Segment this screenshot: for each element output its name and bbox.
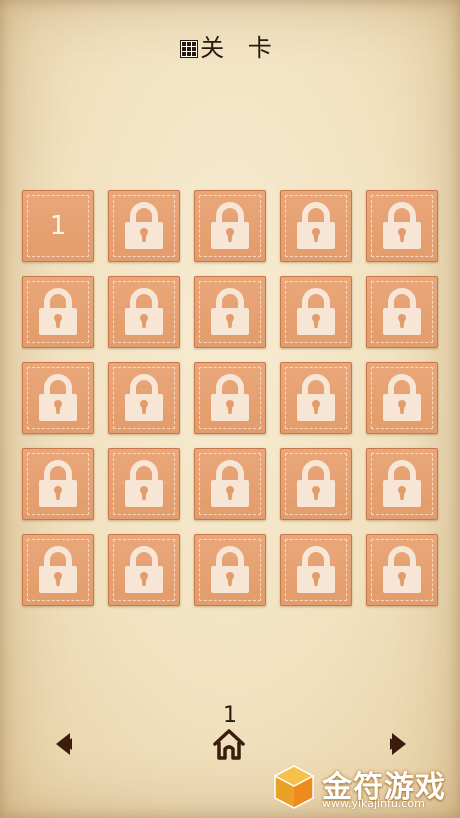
lock-icon <box>211 546 249 593</box>
watermark: 金符游戏 www.yikajinfu.com <box>272 760 452 814</box>
level-grid: 1 <box>22 190 438 606</box>
page-number: 1 <box>223 703 237 728</box>
page-title: 关 卡 <box>0 28 460 63</box>
level-tile-locked[interactable] <box>366 448 438 520</box>
lock-icon <box>383 460 421 507</box>
level-tile-locked[interactable] <box>194 190 266 262</box>
lock-icon <box>297 460 335 507</box>
level-tile-locked[interactable] <box>280 276 352 348</box>
level-tile-locked[interactable] <box>22 276 94 348</box>
level-tile-locked[interactable] <box>108 362 180 434</box>
level-tile-locked[interactable] <box>280 448 352 520</box>
level-tile-locked[interactable] <box>280 362 352 434</box>
page-title-text: 关 卡 <box>200 34 280 62</box>
level-tile-locked[interactable] <box>108 448 180 520</box>
lock-icon <box>125 546 163 593</box>
lock-icon <box>211 460 249 507</box>
lock-icon <box>297 288 335 335</box>
lock-icon <box>297 374 335 421</box>
level-tile-locked[interactable] <box>366 362 438 434</box>
lock-icon <box>383 546 421 593</box>
level-number: 1 <box>49 211 67 241</box>
lock-icon <box>297 546 335 593</box>
lock-icon <box>39 460 77 507</box>
level-tile-locked[interactable] <box>366 190 438 262</box>
watermark-url: www.yikajinfu.com <box>322 797 425 810</box>
level-tile-locked[interactable] <box>366 534 438 606</box>
lock-icon <box>211 374 249 421</box>
level-tile-locked[interactable] <box>194 362 266 434</box>
lock-icon <box>39 546 77 593</box>
arrow-left-icon[interactable] <box>50 730 74 758</box>
lock-icon <box>383 288 421 335</box>
lock-icon <box>125 460 163 507</box>
cube-logo-icon <box>273 765 315 809</box>
level-tile-locked[interactable] <box>22 362 94 434</box>
lock-icon <box>125 202 163 249</box>
lock-icon <box>383 374 421 421</box>
level-tile-locked[interactable] <box>108 190 180 262</box>
level-tile-locked[interactable] <box>22 534 94 606</box>
level-grid-icon <box>180 40 199 58</box>
level-tile-locked[interactable] <box>108 534 180 606</box>
lock-icon <box>383 202 421 249</box>
arrow-right-icon[interactable] <box>388 730 412 758</box>
level-tile[interactable]: 1 <box>22 190 94 262</box>
lock-icon <box>211 202 249 249</box>
lock-icon <box>297 202 335 249</box>
level-tile-locked[interactable] <box>194 276 266 348</box>
lock-icon <box>125 288 163 335</box>
level-tile-locked[interactable] <box>194 534 266 606</box>
lock-icon <box>211 288 249 335</box>
level-tile-locked[interactable] <box>366 276 438 348</box>
lock-icon <box>125 374 163 421</box>
level-tile-locked[interactable] <box>194 448 266 520</box>
level-tile-locked[interactable] <box>280 190 352 262</box>
level-tile-locked[interactable] <box>280 534 352 606</box>
lock-icon <box>39 374 77 421</box>
level-tile-locked[interactable] <box>22 448 94 520</box>
level-tile-locked[interactable] <box>108 276 180 348</box>
home-icon[interactable] <box>212 727 246 761</box>
lock-icon <box>39 288 77 335</box>
